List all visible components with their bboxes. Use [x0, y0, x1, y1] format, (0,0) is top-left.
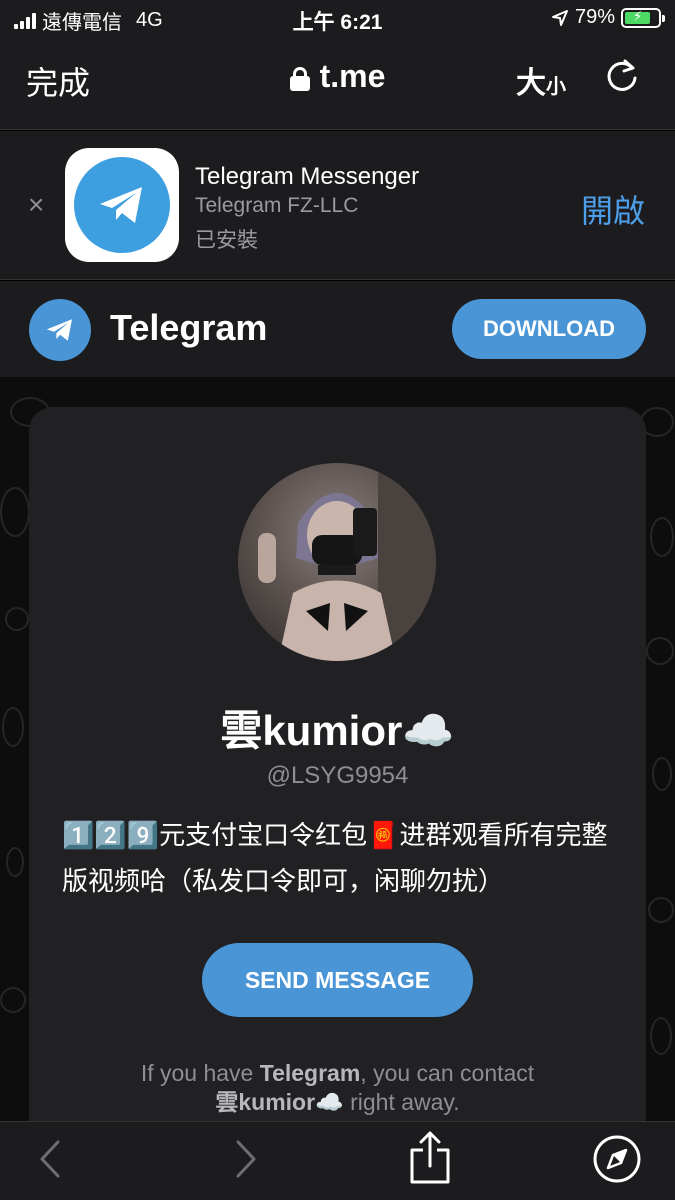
browser-toolbar [0, 1121, 675, 1200]
address-bar[interactable]: t.me [0, 58, 675, 95]
contact-user-name: 雲kumior☁️ [215, 1089, 344, 1115]
profile-description: 1️⃣2️⃣9️⃣元支付宝口令红包🧧进群观看所有完整版视频哈（私发口令即可，闲聊… [62, 820, 608, 896]
telegram-title[interactable]: Telegram [110, 307, 267, 349]
location-arrow-icon [551, 9, 568, 26]
smart-app-banner: × Telegram Messenger Telegram FZ-LLC 已安裝… [0, 131, 675, 280]
chevron-right-icon[interactable] [222, 1136, 268, 1182]
contact-suffix: right away. [343, 1089, 460, 1115]
avatar [238, 463, 436, 661]
battery-percent: 79% [574, 6, 615, 28]
profile-username: @LSYG9954 [266, 762, 409, 789]
browser-nav-bar: 完成 t.me 大小 [0, 40, 675, 130]
share-icon[interactable] [406, 1130, 454, 1186]
compass-icon[interactable] [592, 1134, 642, 1184]
text-size-big: 大 [516, 67, 546, 100]
telegram-logo[interactable] [29, 299, 91, 361]
lock-icon [289, 66, 310, 91]
battery-icon: ⚡ [621, 7, 665, 28]
app-name: Telegram Messenger [195, 163, 420, 190]
paper-plane-icon [46, 319, 72, 341]
battery-level: ⚡ [625, 8, 651, 24]
status-bar: 遠傳電信 4G 上午 6:21 79% ⚡ [0, 0, 675, 40]
text-size-small: 小 [546, 76, 566, 98]
contact-middle: , you can contact [360, 1060, 535, 1086]
paper-plane-icon [100, 187, 142, 223]
text-size-button[interactable]: 大小 [516, 58, 566, 102]
charging-bolt-icon: ⚡ [632, 7, 643, 24]
contact-hint: If you have Telegram, you can contact 雲k… [69, 1059, 606, 1117]
contact-app-name: Telegram [259, 1060, 361, 1086]
app-icon[interactable] [65, 148, 179, 262]
avatar-photo [258, 463, 436, 661]
chevron-left-icon[interactable] [28, 1136, 74, 1182]
profile-name: 雲kumior☁️ [220, 707, 455, 754]
app-install-status: 已安裝 [195, 229, 258, 252]
close-icon[interactable]: × [28, 189, 44, 221]
profile-card: 雲kumior☁️ @LSYG9954 1️⃣2️⃣9️⃣元支付宝口令红包🧧进群… [29, 407, 646, 1167]
contact-prefix: If you have [140, 1060, 260, 1086]
download-button[interactable]: DOWNLOAD [452, 299, 646, 359]
send-message-button[interactable]: SEND MESSAGE [202, 943, 473, 1017]
telegram-header: Telegram DOWNLOAD [0, 281, 675, 377]
url-text: t.me [319, 58, 386, 94]
status-right: 79% ⚡ [551, 6, 665, 29]
reload-icon[interactable] [602, 56, 642, 96]
open-app-button[interactable]: 開啟 [581, 186, 645, 232]
app-developer: Telegram FZ-LLC [195, 194, 359, 217]
